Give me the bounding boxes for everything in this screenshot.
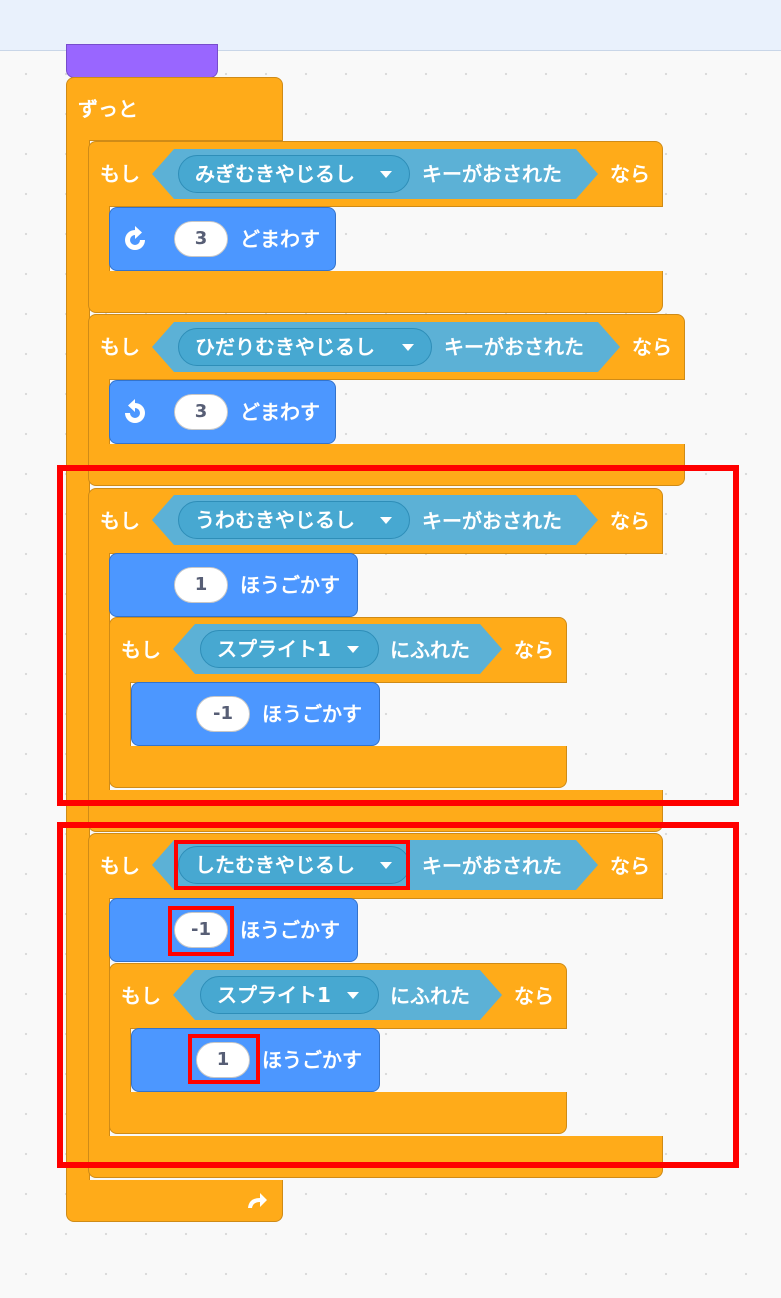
chevron-down-icon [402, 344, 414, 351]
highlight-key-dropdown [174, 840, 410, 890]
turn-degrees-input[interactable]: 3 [174, 394, 228, 430]
highlight-move-value [168, 906, 234, 956]
if-label: もし [100, 162, 140, 186]
if-block-right-arm [88, 206, 110, 273]
event-hat-block[interactable] [66, 44, 218, 78]
key-dropdown-right[interactable]: みぎむきやじるし [178, 155, 410, 193]
if-block-left-arm [88, 379, 110, 446]
key-dropdown-left[interactable]: ひだりむきやじるし [178, 328, 432, 366]
key-dropdown-value: みぎむきやじるし [195, 162, 355, 186]
rotate-right-icon [125, 226, 145, 250]
key-pressed-label: キーがおされた [444, 335, 584, 359]
key-pressed-label: キーがおされた [422, 162, 562, 186]
rotate-left-icon [125, 399, 145, 423]
key-dropdown-value: ひだりむきやじるし [195, 335, 375, 359]
turn-label: どまわす [240, 400, 320, 424]
then-label: なら [610, 162, 650, 186]
if-label: もし [100, 335, 140, 359]
forever-label: ずっと [78, 97, 138, 121]
highlight-inner-move-value [188, 1034, 260, 1084]
turn-degrees-input[interactable]: 3 [174, 221, 228, 257]
then-label: なら [632, 335, 672, 359]
if-block-right-bottom [88, 271, 663, 313]
chevron-down-icon [380, 171, 392, 178]
turn-label: どまわす [240, 227, 320, 251]
highlight-box-up [57, 465, 739, 806]
loop-arrow-icon [248, 1193, 267, 1208]
